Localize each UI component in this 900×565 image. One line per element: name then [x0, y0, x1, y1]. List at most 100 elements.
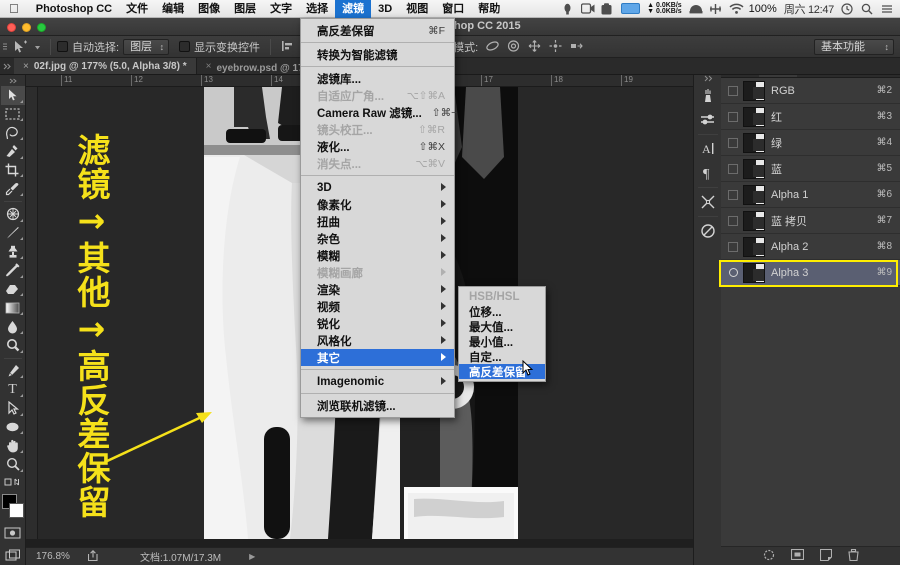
channel-row-alpha-2[interactable]: Alpha 2 ⌘8 [721, 234, 900, 260]
channel-visibility-toggle[interactable] [725, 187, 741, 203]
spot-healing-tool[interactable] [1, 205, 25, 224]
new-channel-icon[interactable] [819, 548, 832, 564]
menu-layer[interactable]: 图层 [227, 0, 263, 18]
menu-item-render[interactable]: 渲染 [301, 281, 454, 298]
marquee-tool[interactable] [1, 105, 25, 124]
roll-3d-icon[interactable] [505, 39, 522, 55]
menu-item-camera-raw-filter[interactable]: Camera Raw 滤镜... ⇧⌘− [301, 104, 457, 121]
dodge-tool[interactable] [1, 336, 25, 355]
ellipse-shape-tool[interactable] [1, 418, 25, 437]
network-speed-icon[interactable]: ▲ 0.0KB/s ▼ 0.0KB/s [647, 2, 682, 15]
zoom-tool[interactable] [1, 455, 25, 474]
menu-view[interactable]: 视图 [399, 0, 435, 18]
edit-toolbar-button[interactable] [1, 474, 25, 493]
share-icon[interactable] [87, 549, 100, 564]
channel-visibility-toggle[interactable] [725, 265, 741, 281]
hand-tool[interactable] [1, 436, 25, 455]
zoom-level[interactable]: 176.8% [36, 551, 78, 562]
toolbar-grip[interactable] [1, 77, 25, 86]
color-swatches[interactable] [1, 494, 25, 519]
channel-row-rgb[interactable]: RGB ⌘2 [721, 78, 900, 104]
filter-menu-dropdown[interactable]: 高反差保留 ⌘F 转换为智能滤镜 滤镜库... 自适应广角... ⌥⇧⌘A Ca… [300, 18, 457, 418]
channel-row-blue-copy[interactable]: 蓝 拷贝 ⌘7 [721, 208, 900, 234]
dropbox-icon[interactable] [561, 3, 574, 15]
menu-item-imagenomic[interactable]: Imagenomic [301, 373, 454, 390]
submenu-item-minimum[interactable]: 最小值... [459, 334, 545, 349]
move-tool[interactable] [0, 85, 25, 105]
menu-item-other[interactable]: 其它 [301, 349, 454, 366]
paragraph-panel-icon[interactable]: ¶ [695, 161, 721, 185]
type-tool[interactable]: T [1, 380, 25, 399]
channel-visibility-toggle[interactable] [725, 83, 741, 99]
wifi-icon[interactable] [729, 3, 744, 15]
blur-tool[interactable] [1, 317, 25, 336]
screen-record-icon[interactable] [580, 2, 595, 15]
auto-select-checkbox[interactable] [57, 41, 68, 52]
channel-visibility-toggle[interactable] [725, 213, 741, 229]
character-panel-icon[interactable]: A [695, 137, 721, 161]
menu-type[interactable]: 文字 [263, 0, 299, 18]
screen-mode-icon[interactable] [1, 546, 25, 565]
menu-item-noise[interactable]: 杂色 [301, 230, 454, 247]
clipboard-icon[interactable] [601, 2, 614, 15]
menu-item-distort[interactable]: 扭曲 [301, 213, 454, 230]
menubar-clock[interactable]: 周六 12:47 [784, 1, 834, 17]
move-tool-icon[interactable] [12, 39, 29, 55]
status-expand-arrow[interactable]: ▶ [249, 552, 255, 561]
menu-item-liquify[interactable]: 液化... ⇧⌘X [301, 138, 454, 155]
submenu-item-maximum[interactable]: 最大值... [459, 319, 545, 334]
menu-item-browse-online-filters[interactable]: 浏览联机滤镜... [301, 397, 454, 414]
menu-file[interactable]: 文件 [119, 0, 155, 18]
tab-close-icon[interactable]: × [23, 61, 29, 72]
eyedropper-tool[interactable] [1, 179, 25, 198]
load-selection-icon[interactable] [763, 549, 775, 564]
input-source-icon[interactable] [621, 3, 641, 14]
channel-row-alpha-3[interactable]: Alpha 3 ⌘9 [721, 260, 900, 286]
channel-row-blue[interactable]: 蓝 ⌘5 [721, 156, 900, 182]
app-name-menu[interactable]: Photoshop CC [29, 0, 119, 18]
submenu-item-offset[interactable]: 位移... [459, 304, 545, 319]
menu-item-stylize[interactable]: 风格化 [301, 332, 454, 349]
pen-tool[interactable] [1, 362, 25, 381]
menu-item-3d[interactable]: 3D [301, 179, 454, 196]
delete-channel-icon[interactable] [847, 548, 859, 564]
crop-tool[interactable] [1, 161, 25, 180]
brush-tool[interactable] [1, 224, 25, 243]
menu-image[interactable]: 图像 [191, 0, 227, 18]
color-panel-icon[interactable] [695, 84, 721, 108]
vpn-icon[interactable] [689, 3, 703, 15]
gradient-tool[interactable] [1, 298, 25, 317]
menu-window[interactable]: 窗口 [435, 0, 471, 18]
actions-icon[interactable] [695, 190, 721, 214]
clone-stamp-tool[interactable] [1, 242, 25, 261]
menu-item-high-pass-repeat[interactable]: 高反差保留 ⌘F [301, 22, 454, 39]
align-left-icon[interactable] [279, 39, 296, 55]
orbit-3d-icon[interactable] [484, 39, 501, 55]
time-machine-icon[interactable] [841, 2, 854, 15]
channel-list[interactable]: RGB ⌘2 红 ⌘3 绿 ⌘4 蓝 ⌘5 Alpha 1 ⌘6 蓝 拷贝 ⌘7… [721, 78, 900, 546]
slide-3d-icon[interactable] [547, 39, 564, 55]
adjustments-icon[interactable] [695, 108, 721, 132]
battery-percent[interactable]: 100% [749, 3, 777, 15]
quick-selection-tool[interactable] [1, 142, 25, 161]
tool-preset-chevron-icon[interactable] [33, 39, 42, 55]
path-selection-tool[interactable] [1, 399, 25, 418]
styles-icon[interactable] [695, 219, 721, 243]
auto-select-dropdown[interactable]: 图层 [123, 38, 170, 55]
show-transform-checkbox[interactable] [179, 41, 191, 52]
channel-visibility-toggle[interactable] [725, 239, 741, 255]
menu-item-sharpen[interactable]: 锐化 [301, 315, 454, 332]
menu-item-video[interactable]: 视频 [301, 298, 454, 315]
menu-edit[interactable]: 编辑 [155, 0, 191, 18]
apple-logo-icon[interactable]:  [0, 0, 29, 18]
options-bar-grip[interactable] [0, 36, 10, 58]
scale-3d-icon[interactable] [568, 39, 585, 55]
save-selection-icon[interactable] [790, 548, 804, 563]
menu-item-blur[interactable]: 模糊 [301, 247, 454, 264]
spotlight-search-icon[interactable] [861, 3, 874, 15]
tab-bar-grip[interactable] [0, 58, 14, 74]
airdrop-icon[interactable] [709, 3, 722, 15]
channel-visibility-toggle[interactable] [725, 135, 741, 151]
channel-visibility-toggle[interactable] [725, 161, 741, 177]
channel-visibility-toggle[interactable] [725, 109, 741, 125]
